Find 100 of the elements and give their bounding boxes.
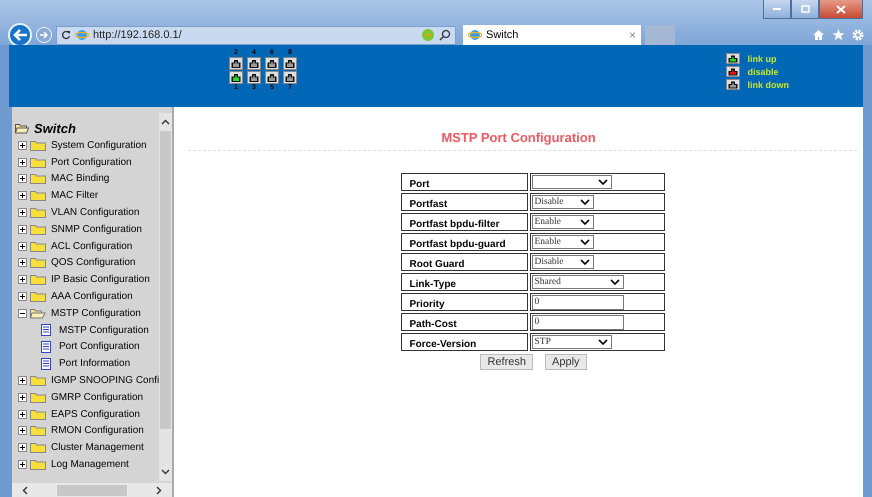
folder-icon [30, 459, 46, 470]
tree-item[interactable]: QOS Configuration [51, 257, 136, 268]
port-icon[interactable] [229, 71, 243, 84]
port-icon[interactable] [283, 71, 297, 84]
page-icon [41, 340, 51, 353]
tree-item[interactable]: ACL Configuration [51, 240, 132, 252]
dropdown[interactable]: Shared [532, 275, 624, 289]
browser-tab[interactable]: Switch × [463, 24, 641, 46]
dropdown[interactable]: Disable [532, 255, 594, 269]
port-icon[interactable] [283, 57, 297, 70]
field-label: Priority [400, 293, 528, 311]
forward-arrow-icon [39, 30, 49, 40]
folder-icon [30, 240, 46, 252]
expander-icon[interactable] [18, 140, 27, 150]
caret-icon [598, 179, 608, 185]
dropdown[interactable]: Enable [532, 215, 594, 229]
tree-item[interactable]: System Configuration [51, 140, 147, 151]
tree-item[interactable]: Port Configuration [59, 341, 140, 352]
expander-icon[interactable] [18, 174, 27, 184]
port-status-icon [726, 79, 740, 90]
folder-icon [30, 392, 46, 403]
tree-item[interactable]: Log Management [51, 459, 129, 470]
expander-icon[interactable] [18, 292, 27, 302]
expander-icon[interactable] [18, 258, 27, 268]
expander-icon[interactable] [18, 308, 27, 318]
port-icon[interactable] [247, 71, 261, 84]
field-label: Path-Cost [400, 313, 528, 331]
field-label: Portfast bpdu-filter [400, 213, 528, 231]
port-icon[interactable] [247, 57, 261, 70]
address-bar[interactable]: http://192.168.0.1/ [56, 26, 456, 44]
tree-item[interactable]: Port Configuration [51, 156, 132, 168]
horizontal-scrollbar[interactable] [12, 483, 172, 497]
tree-item[interactable]: MSTP Configuration [59, 324, 149, 336]
tree-item[interactable]: RMON Configuration [51, 425, 144, 436]
tab-close-button[interactable]: × [628, 28, 636, 42]
expander-icon[interactable] [18, 208, 27, 218]
dropdown[interactable] [532, 175, 612, 189]
scroll-up-icon[interactable] [161, 119, 170, 125]
expander-icon[interactable] [18, 224, 27, 234]
form-button[interactable]: Refresh [480, 354, 533, 370]
expander-icon[interactable] [18, 242, 27, 251]
search-icon[interactable] [439, 29, 451, 41]
page-icon [41, 358, 51, 370]
form-button[interactable]: Apply [545, 354, 587, 370]
expander-icon[interactable] [18, 460, 27, 470]
vertical-scrollbar[interactable] [159, 113, 172, 481]
tree-item[interactable]: GMRP Configuration [51, 392, 144, 403]
scroll-left-icon[interactable] [22, 486, 28, 494]
expander-icon[interactable] [18, 158, 27, 167]
tree-item[interactable]: EAPS Configuration [51, 408, 140, 420]
new-tab-button[interactable] [645, 24, 675, 46]
expander-icon[interactable] [18, 392, 27, 402]
tree-item[interactable]: VLAN Configuration [51, 207, 140, 218]
tree-item[interactable]: MAC Binding [51, 173, 110, 184]
dropdown[interactable]: Enable [532, 235, 594, 249]
scroll-right-icon[interactable] [156, 486, 162, 494]
port-icon[interactable] [265, 71, 279, 84]
tree-item[interactable]: Cluster Management [51, 442, 144, 454]
globe-icon [75, 28, 89, 42]
port-status-icon [726, 53, 740, 64]
input-field[interactable]: 0 [532, 294, 624, 310]
scroll-down-icon[interactable] [161, 469, 170, 475]
folder-icon [30, 257, 46, 268]
expander-icon[interactable] [18, 191, 27, 200]
caret-icon [580, 259, 590, 265]
tree-item[interactable]: Port Information [59, 358, 130, 370]
maximize-button[interactable] [791, 0, 819, 19]
dropdown[interactable]: STP [532, 335, 612, 349]
field-label: Portfast [400, 193, 528, 211]
port-icon[interactable] [229, 57, 243, 70]
dropdown[interactable]: Disable [532, 195, 594, 209]
port-icon[interactable] [265, 57, 279, 70]
expander-icon[interactable] [18, 426, 27, 436]
tree-item[interactable]: IP Basic Configuration [51, 274, 150, 286]
minimize-button[interactable] [763, 0, 791, 19]
back-arrow-icon [12, 28, 28, 42]
tree-root-label[interactable]: Switch [34, 120, 76, 136]
caret-icon [580, 239, 590, 245]
folder-icon [30, 140, 46, 151]
tree-item[interactable]: SNMP Configuration [51, 224, 142, 235]
input-field[interactable]: 0 [532, 314, 624, 330]
tree-item[interactable]: IGMP SNOOPING Confi [51, 375, 160, 386]
expander-icon[interactable] [18, 410, 27, 419]
tree-item[interactable]: AAA Configuration [51, 291, 133, 302]
refresh-icon[interactable] [61, 30, 71, 40]
expander-icon[interactable] [18, 275, 27, 284]
folder-icon [30, 224, 46, 235]
expander-icon[interactable] [18, 443, 27, 452]
field-label: Port [400, 173, 528, 191]
favorites-star-icon[interactable] [832, 29, 845, 41]
close-button[interactable] [819, 0, 863, 19]
expander-icon[interactable] [18, 376, 27, 386]
folder-icon [30, 291, 46, 302]
tree-item[interactable]: MAC Filter [51, 190, 98, 202]
folder-icon [30, 442, 46, 454]
maximize-icon [800, 5, 810, 13]
tree-item[interactable]: MSTP Configuration [51, 308, 141, 319]
back-button[interactable] [8, 23, 32, 47]
page-icon [41, 324, 51, 336]
minimize-icon [773, 8, 781, 10]
